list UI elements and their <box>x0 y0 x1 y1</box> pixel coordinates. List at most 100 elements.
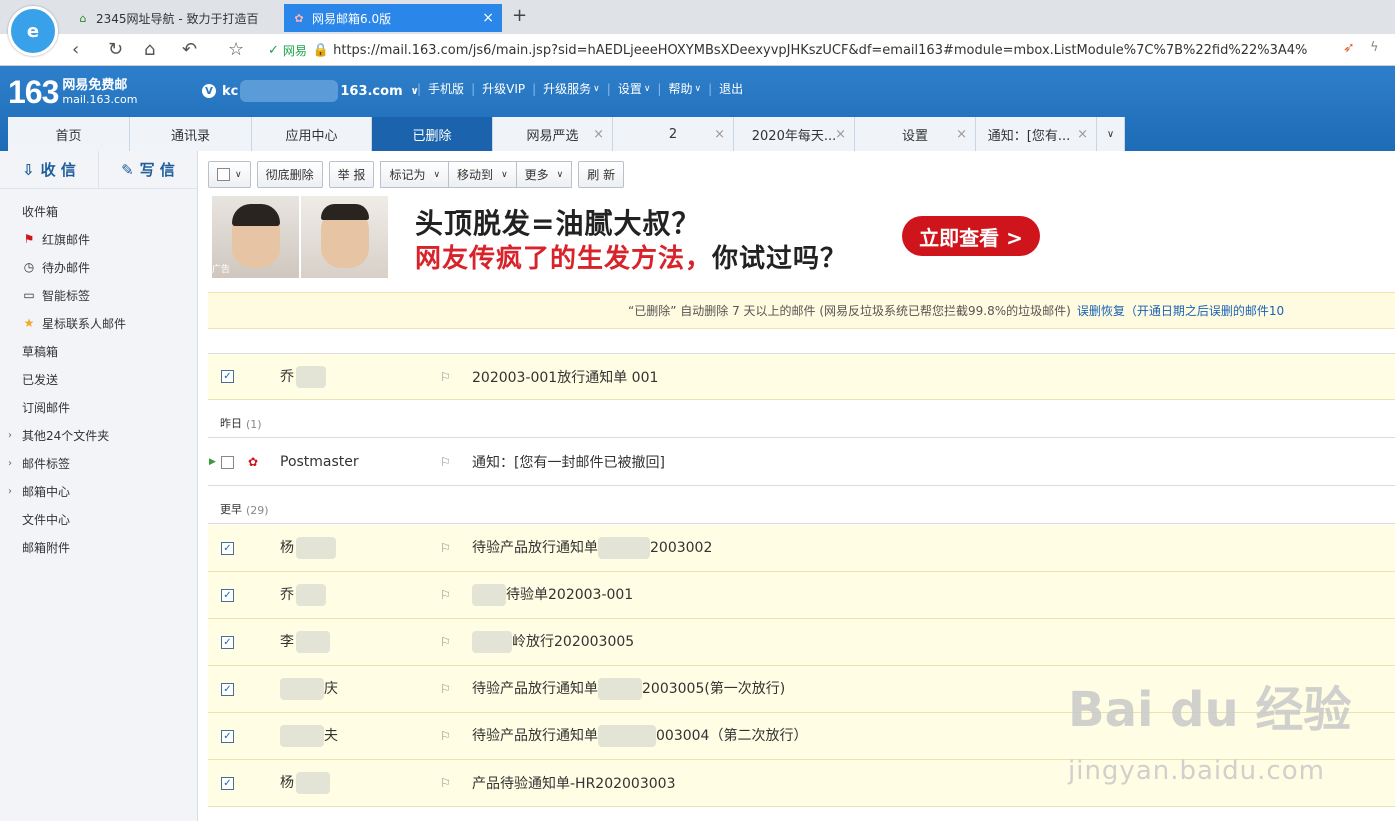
url-field[interactable]: ✓ 网易 🔒 https://mail.163.com/js6/main.jsp… <box>268 37 1358 63</box>
new-tab-button[interactable]: + <box>512 5 527 26</box>
link-help[interactable]: 帮助 <box>668 80 692 97</box>
tab-yanxuan[interactable]: 网易严选 × <box>493 117 613 151</box>
star-icon[interactable]: ☆ <box>228 39 244 60</box>
move-to-button[interactable]: 移动到 ∨ <box>448 161 516 188</box>
tab-deleted[interactable]: 已删除 <box>372 117 493 151</box>
checkbox[interactable]: ✓ <box>221 776 234 790</box>
chevron-down-icon: ∨ <box>556 169 564 180</box>
mail-row[interactable]: ✓ 庆 ⚐ 待验产品放行通知单 2003005(第一次放行) <box>208 666 1395 713</box>
top-links: | 手机版 | 升级VIP | 升级服务 ∨ | 设置 ∨ | 帮助 ∨ | 退出 <box>417 80 744 97</box>
recover-link[interactable]: 误删恢复（开通日期之后误删的邮件10 <box>1077 302 1284 319</box>
mail-row[interactable]: ✓ 乔 ⚐ 202003-001放行通知单 001 <box>208 353 1395 400</box>
sidebar-item-smart-label[interactable]: ▭ 智能标签 <box>0 281 197 309</box>
tab-contacts[interactable]: 通讯录 <box>130 117 252 151</box>
mail-from: 李 <box>280 631 420 653</box>
flag-icon[interactable]: ⚐ <box>440 541 451 555</box>
ad-photo-2 <box>301 196 388 278</box>
link-settings[interactable]: 设置 <box>618 80 642 97</box>
sidebar-item-flagged[interactable]: ⚑ 红旗邮件 <box>0 225 197 253</box>
close-icon[interactable]: × <box>1077 127 1088 142</box>
sidebar-item-subscriptions[interactable]: 订阅邮件 <box>0 393 197 421</box>
checkbox[interactable]: ✓ <box>221 682 234 696</box>
tab-2[interactable]: 2 × <box>613 117 734 151</box>
tab-2020[interactable]: 2020年每天... × <box>734 117 855 151</box>
checkbox[interactable]: ✓ <box>221 588 234 602</box>
ad-banner[interactable]: 广告 头顶脱发=油腻大叔？ 网友传疯了的生发方法，你试过吗？ 立即查看 > <box>212 196 1262 280</box>
compose-button[interactable]: ✎ 写 信 <box>99 151 197 188</box>
refresh-icon[interactable]: ↻ <box>108 39 123 60</box>
tab-home[interactable]: 首页 <box>8 117 130 151</box>
tab-notice[interactable]: 通知：[您有... × <box>976 117 1097 151</box>
browser-tab-title: 网易邮箱6.0版 <box>312 11 392 26</box>
mail-row[interactable]: ✓ 夫 ⚐ 待验产品放行通知单 003004（第二次放行） <box>208 713 1395 760</box>
flag-icon[interactable]: ⚐ <box>440 729 451 743</box>
sidebar-item-drafts[interactable]: 草稿箱 <box>0 337 197 365</box>
link-mobile[interactable]: 手机版 <box>428 80 464 97</box>
sidebar-item-todo[interactable]: ◷ 待办邮件 <box>0 253 197 281</box>
chevron-right-icon: › <box>8 429 12 441</box>
flag-icon[interactable]: ⚐ <box>440 588 451 602</box>
sidebar-item-mail-center[interactable]: › 邮箱中心 <box>0 477 197 505</box>
browser-tab-mail[interactable]: ✿ 网易邮箱6.0版 × <box>284 4 502 32</box>
rocket-icon[interactable]: ➶ <box>1343 40 1355 56</box>
flag-icon[interactable]: ⚐ <box>440 455 451 469</box>
site-label: 网易 <box>282 43 307 58</box>
address-bar: ‹ ↻ ⌂ ↶ ☆ ✓ 网易 🔒 https://mail.163.com/js… <box>0 34 1395 66</box>
sidebar-item-other-folders[interactable]: › 其他24个文件夹 <box>0 421 197 449</box>
checkbox[interactable] <box>217 168 230 181</box>
home-icon[interactable]: ⌂ <box>144 39 155 60</box>
sidebar-item-inbox[interactable]: 收件箱 <box>0 197 197 225</box>
flag-icon[interactable]: ⚐ <box>440 370 451 384</box>
mark-as-button[interactable]: 标记为 ∨ <box>380 161 449 188</box>
report-button[interactable]: 举 报 <box>328 161 375 188</box>
flag-icon[interactable]: ⚐ <box>440 682 451 696</box>
close-icon[interactable]: × <box>714 127 725 142</box>
mail-from: 庆 <box>280 678 420 700</box>
checkbox[interactable]: ✓ <box>221 370 234 383</box>
browser-tab-2345[interactable]: ⌂ 2345网址导航 - 致力于打造百 <box>68 4 280 32</box>
back-icon[interactable]: ‹ <box>72 39 79 60</box>
link-logout[interactable]: 退出 <box>719 80 743 97</box>
refresh-button[interactable]: 刷 新 <box>578 161 625 188</box>
sidebar-item-attachments[interactable]: 邮箱附件 <box>0 533 197 561</box>
sidebar-item-mail-labels[interactable]: › 邮件标签 <box>0 449 197 477</box>
mail-row[interactable]: ✓ 乔 ⚐ 待验单202003-001 <box>208 572 1395 619</box>
ad-headline: 头顶脱发=油腻大叔？ <box>415 207 701 240</box>
checkbox[interactable] <box>221 455 234 469</box>
link-upgrade-vip[interactable]: 升级VIP <box>482 80 525 97</box>
link-upgrade-service[interactable]: 升级服务 <box>543 80 591 97</box>
user-account[interactable]: V kc 163.com ∨ <box>202 80 419 102</box>
tab-settings[interactable]: 设置 × <box>855 117 976 151</box>
delete-forever-button[interactable]: 彻底删除 <box>256 161 323 188</box>
close-icon[interactable]: × <box>593 127 604 142</box>
sidebar-item-starred[interactable]: ★ 星标联系人邮件 <box>0 309 197 337</box>
checkbox[interactable]: ✓ <box>221 729 234 743</box>
mail-row[interactable]: ✓ 杨 ⚐ 待验产品放行通知单 2003002 <box>208 525 1395 572</box>
mail-row[interactable]: ✓ 李 ⚐ 岭放行202003005 <box>208 619 1395 666</box>
receive-button[interactable]: ⇩ 收 信 <box>0 151 99 188</box>
sidebar-item-sent[interactable]: 已发送 <box>0 365 197 393</box>
more-button[interactable]: 更多 ∨ <box>515 161 573 188</box>
tab-more-dropdown[interactable]: ∨ <box>1097 117 1125 151</box>
flag-icon[interactable]: ⚐ <box>440 776 451 790</box>
checkbox[interactable]: ✓ <box>221 541 234 555</box>
close-icon[interactable]: × <box>956 127 967 142</box>
sidebar-item-file-center[interactable]: 文件中心 <box>0 505 197 533</box>
redacted <box>296 537 336 559</box>
flag-icon[interactable]: ⚐ <box>440 635 451 649</box>
close-icon[interactable]: × <box>835 127 846 142</box>
sidebar: ⇩ 收 信 ✎ 写 信 收件箱 ⚑ 红旗邮件 ◷ 待办邮件 ▭ 智能标签 ★ 星标联系人邮件… <box>0 151 198 821</box>
brand-logo[interactable]: 163 网易免费邮 mail.163.com <box>8 74 137 111</box>
netease-icon: ✿ <box>248 455 259 469</box>
redacted <box>598 678 642 700</box>
select-all-dropdown[interactable]: ∨ <box>208 161 251 188</box>
close-icon[interactable]: × <box>482 10 494 26</box>
undo-icon[interactable]: ↶ <box>182 39 197 60</box>
inbox-icon: ⇩ <box>22 160 35 179</box>
ad-cta-button[interactable]: 立即查看 > <box>902 216 1040 256</box>
mail-row[interactable]: ▶ ✿ Postmaster ⚐ 通知：[您有一封邮件已被撤回] <box>208 439 1395 486</box>
tab-apps[interactable]: 应用中心 <box>252 117 372 151</box>
lightning-icon[interactable]: ϟ <box>1370 40 1379 55</box>
notice-text: “已删除” 自动删除 7 天以上的邮件 (网易反垃圾系统已帮您拦截99.8%的垃… <box>628 304 1071 318</box>
checkbox[interactable]: ✓ <box>221 635 234 649</box>
